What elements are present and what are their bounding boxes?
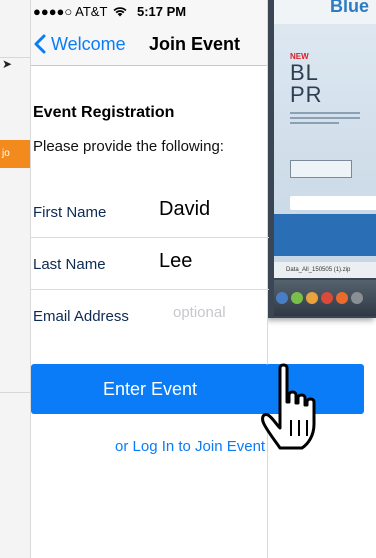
- last-name-field[interactable]: Lee: [159, 250, 192, 273]
- enter-event-button[interactable]: Enter Event: [31, 364, 269, 414]
- background-orange-tab[interactable]: jo: [0, 140, 32, 168]
- dock-app-icon: [321, 292, 333, 304]
- email-row[interactable]: Email Address: [31, 290, 269, 342]
- background-browser-window: Blue NEW BL PR Data_All_150505 (1).zip: [268, 0, 376, 318]
- login-link[interactable]: or Log In to Join Event: [115, 438, 265, 455]
- dock-app-icon: [276, 292, 288, 304]
- dock: [274, 280, 376, 316]
- last-name-row[interactable]: Last Name Lee: [31, 238, 269, 290]
- site-logo-text: Blue: [330, 0, 370, 16]
- status-time: 5:17 PM: [137, 4, 187, 19]
- download-bar: Data_All_150505 (1).zip: [274, 262, 376, 278]
- status-bar: ●●●●○ AT&T 5:17 PM: [31, 0, 267, 22]
- page-title: Join Event: [149, 34, 241, 54]
- email-field[interactable]: [173, 304, 263, 321]
- dock-app-icon: [306, 292, 318, 304]
- form-instructions: Please provide the following:: [33, 138, 224, 155]
- first-name-label: First Name: [33, 204, 107, 221]
- background-window-left: ➤ jo: [0, 0, 32, 558]
- site-heading: PR: [290, 82, 323, 107]
- back-button[interactable]: Welcome: [31, 33, 126, 55]
- navigation-bar: Welcome Join Event: [31, 22, 267, 66]
- site-body-text: [290, 112, 360, 127]
- dock-app-icon: [351, 292, 363, 304]
- site-button: [290, 196, 376, 210]
- site-input-box: [290, 160, 352, 178]
- divider: [0, 392, 30, 393]
- section-title: Event Registration: [33, 104, 175, 121]
- wifi-icon: [113, 7, 127, 17]
- phone-screen: ●●●●○ AT&T 5:17 PM Welcome Join Event Ev…: [30, 0, 269, 558]
- dock-app-icon: [291, 292, 303, 304]
- chevron-left-icon: [34, 34, 46, 54]
- cursor-arrow-icon: ➤: [2, 57, 13, 71]
- carrier-label: ●●●●○ AT&T: [33, 4, 108, 19]
- site-blue-band: [274, 214, 376, 256]
- carrier-signal: ●●●●○ AT&T: [33, 4, 127, 19]
- first-name-field[interactable]: David: [159, 198, 210, 221]
- first-name-row[interactable]: First Name David: [31, 186, 269, 238]
- hand-pointer-icon: [261, 363, 316, 450]
- email-label: Email Address: [33, 308, 129, 325]
- dock-app-icon: [336, 292, 348, 304]
- back-button-label: Welcome: [51, 33, 126, 54]
- last-name-label: Last Name: [33, 256, 106, 273]
